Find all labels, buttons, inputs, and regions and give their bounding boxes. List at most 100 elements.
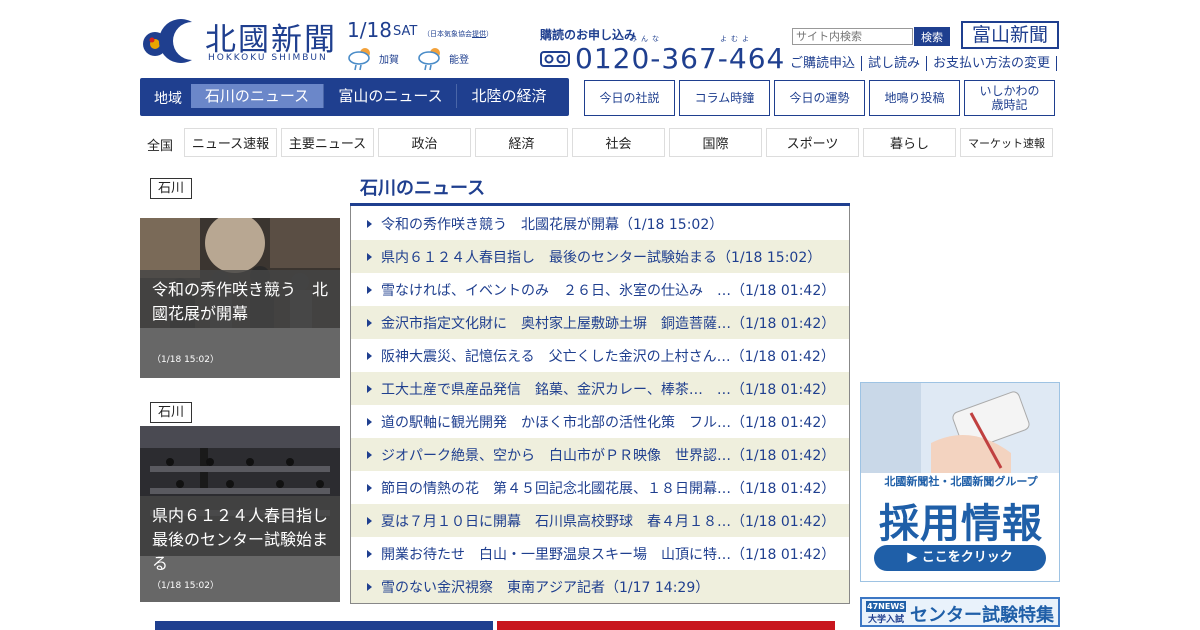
bullet-arrow-icon: [367, 351, 372, 360]
toyama-shimbun-button[interactable]: 富山新聞: [961, 21, 1059, 49]
news-headline[interactable]: 雪のない金沢視察 東南アジア記者（1/17 14:29）: [381, 577, 709, 597]
tab-hokuriku-economy[interactable]: 北陸の経済: [458, 84, 560, 108]
news-headline[interactable]: 令和の秀作咲き競う 北國花展が開幕（1/18 15:02）: [381, 214, 723, 234]
news-headline[interactable]: 県内６１２４人春目指し 最後のセンター試験始まる（1/18 15:02）: [381, 247, 821, 267]
header-links: ご購読申込 試し読み お支払い方法の変更: [784, 56, 1058, 71]
weather-credit: （日本気象協会提供）: [423, 30, 493, 38]
link-payment-change[interactable]: お支払い方法の変更: [927, 56, 1058, 71]
current-date: 1/18: [347, 18, 392, 42]
bullet-arrow-icon: [367, 417, 372, 426]
tab-breaking-news[interactable]: ニュース速報: [184, 128, 277, 157]
tab-ishikawa-news[interactable]: 石川のニュース: [191, 84, 324, 108]
bullet-arrow-icon: [367, 318, 372, 327]
region-nav: 地域 石川のニュース 富山のニュース 北陸の経済: [140, 78, 569, 116]
center-exam-banner[interactable]: 47NEWS 大学入試 センター試験特集: [860, 597, 1060, 627]
region-nav-label: 地域: [154, 91, 182, 107]
button-editorial[interactable]: 今日の社説: [584, 80, 675, 116]
free-dial-icon: [540, 51, 570, 67]
search-button[interactable]: 検索: [914, 27, 950, 46]
subscription-phone[interactable]: 0120-367-464: [575, 42, 785, 75]
button-reader-posts[interactable]: 地鳴り投稿: [869, 80, 960, 116]
news-list-item[interactable]: 雪なければ、イベントのみ ２６日、氷室の仕込み …（1/18 01:42）: [351, 273, 849, 306]
news-headline[interactable]: 阪神大震災、記憶伝える 父亡くした金沢の上村さん…（1/18 01:42）: [381, 346, 835, 366]
bullet-arrow-icon: [367, 516, 372, 525]
weather-noto[interactable]: 能登: [417, 44, 469, 72]
news-headline[interactable]: ジオパーク絶景、空から 白山市がＰＲ映像 世界認…（1/18 01:42）: [381, 445, 835, 465]
news-list-item[interactable]: 県内６１２４人春目指し 最後のセンター試験始まる（1/18 15:02）: [351, 240, 849, 273]
link-trial[interactable]: 試し読み: [862, 56, 928, 71]
rain-sun-icon: [418, 48, 440, 71]
feature-time: （1/18 15:02）: [152, 581, 220, 591]
recruit-heading: 採用情報: [879, 501, 1043, 547]
bullet-arrow-icon: [367, 384, 372, 393]
tab-economy[interactable]: 経済: [475, 128, 568, 157]
bullet-arrow-icon: [367, 252, 372, 261]
feature-story[interactable]: 令和の秀作咲き競う 北國花展が開幕 （1/18 15:02）: [140, 218, 340, 378]
rain-sun-icon: [348, 48, 370, 71]
hokkoku-logo-icon[interactable]: [140, 16, 198, 64]
news-list-item[interactable]: 工大土産で県産品発信 銘菓、金沢カレー、棒茶… …（1/18 01:42）: [351, 372, 849, 405]
tab-international[interactable]: 国際: [669, 128, 762, 157]
subscribe-label: 購読のお申し込み: [540, 28, 637, 42]
tab-society[interactable]: 社会: [572, 128, 665, 157]
news-list-item[interactable]: 令和の秀作咲き競う 北國花展が開幕（1/18 15:02）: [351, 207, 849, 240]
news-list-title: 石川のニュース: [360, 178, 486, 199]
day-of-week: SAT: [393, 24, 418, 39]
bullet-arrow-icon: [367, 285, 372, 294]
tab-sports[interactable]: スポーツ: [766, 128, 859, 157]
badge-47news: 47NEWS: [866, 601, 906, 612]
news-headline[interactable]: 夏は７月１０日に開幕 石川県高校野球 春４月１８…（1/18 01:42）: [381, 511, 835, 531]
news-list-item[interactable]: 開業お待たせ 白山・一里野温泉スキー場 山頂に特…（1/18 01:42）: [351, 537, 849, 570]
news-headline[interactable]: 節目の情熱の花 第４５回記念北國花展、１８日開幕…（1/18 01:42）: [381, 478, 835, 498]
feature-time: （1/18 15:02）: [152, 355, 220, 365]
news-list: 令和の秀作咲き競う 北國花展が開幕（1/18 15:02） 県内６１２４人春目指…: [350, 206, 850, 604]
bottom-ad-banner[interactable]: [497, 621, 835, 630]
bottom-ad-banner[interactable]: [155, 621, 493, 630]
tab-lifestyle[interactable]: 暮らし: [863, 128, 956, 157]
feature-region-tag: 石川: [150, 402, 192, 423]
news-list-item[interactable]: 夏は７月１０日に開幕 石川県高校野球 春４月１８…（1/18 01:42）: [351, 504, 849, 537]
category-nav-label: 全国: [147, 139, 174, 154]
news-headline[interactable]: 金沢市指定文化財に 奥村家上屋敷跡土塀 銅造菩薩…（1/18 01:42）: [381, 313, 835, 333]
tab-market-news[interactable]: マーケット速報: [960, 128, 1053, 157]
jma-link[interactable]: 提供: [472, 30, 486, 38]
news-headline[interactable]: 雪なければ、イベントのみ ２６日、氷室の仕込み …（1/18 01:42）: [381, 280, 835, 300]
bullet-arrow-icon: [367, 219, 372, 228]
feature-title[interactable]: 令和の秀作咲き競う 北國花展が開幕: [152, 278, 332, 326]
weather-kaga[interactable]: 加賀: [347, 44, 399, 72]
feature-region-tag: 石川: [150, 178, 192, 199]
news-list-item[interactable]: 阪神大震災、記憶伝える 父亡くした金沢の上村さん…（1/18 01:42）: [351, 339, 849, 372]
tab-politics[interactable]: 政治: [378, 128, 471, 157]
news-list-item[interactable]: 雪のない金沢視察 東南アジア記者（1/17 14:29）: [351, 570, 849, 603]
news-headline[interactable]: 工大土産で県産品発信 銘菓、金沢カレー、棒茶… …（1/18 01:42）: [381, 379, 835, 399]
bullet-arrow-icon: [367, 450, 372, 459]
hand-with-phone-illustration: [861, 383, 1059, 473]
tab-top-news[interactable]: 主要ニュース: [281, 128, 374, 157]
feature-overlay: 令和の秀作咲き競う 北國花展が開幕 （1/18 15:02）: [140, 270, 340, 378]
button-horoscope[interactable]: 今日の運勢: [774, 80, 865, 116]
link-subscribe[interactable]: ご購読申込: [784, 56, 863, 71]
news-list-item[interactable]: 金沢市指定文化財に 奥村家上屋敷跡土塀 銅造菩薩…（1/18 01:42）: [351, 306, 849, 339]
button-ishikawa-almanac[interactable]: いしかわの歳時記: [964, 80, 1055, 116]
feature-overlay: 県内６１２４人春目指し 最後のセンター試験始まる （1/18 15:02）: [140, 496, 340, 602]
recruit-banner[interactable]: 北國新聞社・北國新聞グループ 採用情報 ▶ ここをクリック: [860, 382, 1060, 582]
site-search-input[interactable]: [792, 28, 913, 45]
badge-entrance-exam: 大学入試: [867, 615, 904, 625]
feature-title[interactable]: 県内６１２４人春目指し 最後のセンター試験始まる: [152, 504, 340, 576]
bullet-arrow-icon: [367, 483, 372, 492]
recruit-company: 北國新聞社・北國新聞グループ: [884, 475, 1038, 488]
news-headline[interactable]: 開業お待たせ 白山・一里野温泉スキー場 山頂に特…（1/18 01:42）: [381, 544, 835, 564]
center-exam-text: センター試験特集: [910, 605, 1054, 626]
bullet-arrow-icon: [367, 549, 372, 558]
recruit-click-button[interactable]: ▶ ここをクリック: [874, 545, 1046, 571]
feature-story[interactable]: 県内６１２４人春目指し 最後のセンター試験始まる （1/18 15:02）: [140, 426, 340, 602]
news-headline[interactable]: 道の駅軸に観光開発 かほく市北部の活性化策 フル…（1/18 01:42）: [381, 412, 835, 432]
news-list-item[interactable]: ジオパーク絶景、空から 白山市がＰＲ映像 世界認…（1/18 01:42）: [351, 438, 849, 471]
weather-region-label: 能登: [449, 54, 469, 66]
site-logo-subtitle: HOKKOKU SHIMBUN: [208, 53, 328, 63]
news-list-item[interactable]: 道の駅軸に観光開発 かほく市北部の活性化策 フル…（1/18 01:42）: [351, 405, 849, 438]
news-list-item[interactable]: 節目の情熱の花 第４５回記念北國花展、１８日開幕…（1/18 01:42）: [351, 471, 849, 504]
button-column-jisho[interactable]: コラム時鐘: [679, 80, 770, 116]
bullet-arrow-icon: [367, 582, 372, 591]
tab-toyama-news[interactable]: 富山のニュース: [325, 84, 457, 108]
